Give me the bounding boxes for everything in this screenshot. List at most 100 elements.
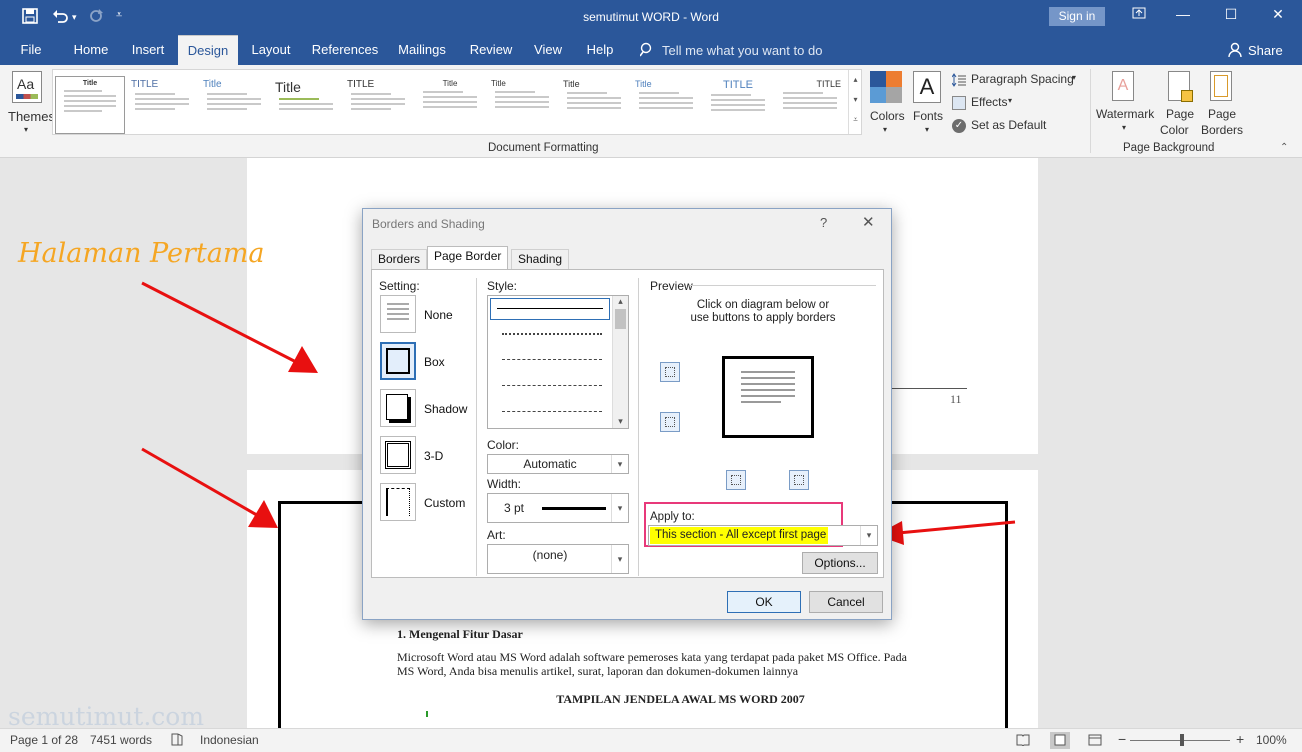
tab-layout[interactable]: Layout bbox=[244, 35, 298, 65]
style-list-scrollbar[interactable]: ▴ ▾ bbox=[612, 296, 628, 428]
style-option-solid[interactable] bbox=[490, 298, 610, 320]
style-option-dash-dot[interactable] bbox=[502, 411, 602, 412]
dialog-close-icon[interactable]: ✕ bbox=[862, 213, 875, 231]
setting-custom-label[interactable]: Custom bbox=[424, 496, 465, 510]
setting-shadow-label[interactable]: Shadow bbox=[424, 402, 467, 416]
web-layout-icon[interactable] bbox=[1088, 734, 1102, 749]
setting-box[interactable] bbox=[380, 342, 416, 380]
zoom-slider-thumb[interactable] bbox=[1180, 734, 1184, 746]
share-button[interactable]: Share bbox=[1248, 43, 1283, 58]
setting-3d[interactable] bbox=[380, 436, 416, 474]
language[interactable]: Indonesian bbox=[200, 733, 259, 747]
color-select-value: Automatic bbox=[523, 457, 577, 471]
colors-button[interactable]: Colors ▾ bbox=[868, 69, 906, 135]
chevron-down-icon: ▾ bbox=[1122, 123, 1127, 132]
setting-3d-label[interactable]: 3-D bbox=[424, 449, 443, 463]
tell-me-search[interactable]: Tell me what you want to do bbox=[662, 43, 822, 58]
read-mode-icon[interactable] bbox=[1016, 734, 1030, 749]
share-person-icon[interactable] bbox=[1228, 42, 1242, 61]
zoom-out-icon[interactable]: − bbox=[1118, 731, 1126, 747]
tab-insert[interactable]: Insert bbox=[124, 35, 172, 65]
tab-file[interactable]: File bbox=[10, 35, 52, 65]
style-set-item[interactable]: TITLE bbox=[343, 76, 413, 134]
collapse-ribbon-icon[interactable]: ⌃ bbox=[1280, 142, 1288, 153]
ok-button[interactable]: OK bbox=[727, 591, 801, 613]
style-set-item[interactable]: Title bbox=[631, 76, 701, 134]
zoom-in-icon[interactable]: + bbox=[1236, 731, 1244, 747]
tab-home[interactable]: Home bbox=[66, 35, 116, 65]
style-list[interactable]: ▴ ▾ bbox=[487, 295, 629, 429]
page-borders-button[interactable]: Page Borders bbox=[1200, 69, 1246, 139]
doc-subtitle: TAMPILAN JENDELA AWAL MS WORD 2007 bbox=[556, 692, 805, 706]
tab-borders[interactable]: Borders bbox=[371, 249, 428, 269]
minimize-icon[interactable]: — bbox=[1168, 6, 1198, 22]
ribbon-display-options-icon[interactable] bbox=[1124, 6, 1154, 23]
tab-design[interactable]: Design bbox=[178, 35, 238, 65]
effects-button[interactable]: Effects ▾ bbox=[952, 94, 1032, 112]
style-set-item[interactable]: Title bbox=[199, 76, 269, 134]
art-select[interactable]: (none) ▾ bbox=[487, 544, 629, 574]
style-set-item[interactable]: Title bbox=[487, 76, 557, 134]
fonts-button[interactable]: A Fonts ▾ bbox=[910, 69, 946, 135]
style-set-item[interactable]: Title bbox=[271, 76, 341, 134]
help-button[interactable]: ? bbox=[820, 215, 827, 230]
left-border-button[interactable] bbox=[726, 470, 746, 490]
setting-custom[interactable] bbox=[380, 483, 416, 521]
page-color-label-1: Page bbox=[1166, 107, 1195, 121]
tab-view[interactable]: View bbox=[526, 35, 570, 65]
tab-references[interactable]: References bbox=[306, 35, 384, 65]
maximize-icon[interactable]: ☐ bbox=[1216, 6, 1246, 23]
tab-help[interactable]: Help bbox=[580, 35, 620, 65]
art-select-value: (none) bbox=[532, 548, 568, 562]
set-as-default-button[interactable]: ✓ Set as Default bbox=[952, 117, 1052, 135]
zoom-level[interactable]: 100% bbox=[1256, 733, 1287, 747]
style-set-item[interactable]: Title bbox=[559, 76, 629, 134]
setting-none[interactable] bbox=[380, 295, 416, 333]
close-icon[interactable]: ✕ bbox=[1263, 6, 1293, 23]
page-color-button[interactable]: Page Color bbox=[1158, 69, 1202, 139]
sign-in-button[interactable]: Sign in bbox=[1049, 7, 1105, 26]
themes-icon: Aa bbox=[12, 71, 42, 103]
style-set-gallery[interactable]: Title TITLE Title Title TITLE Title Titl… bbox=[52, 69, 862, 135]
tab-page-border[interactable]: Page Border bbox=[427, 246, 509, 270]
right-border-button[interactable] bbox=[789, 470, 809, 490]
themes-button[interactable]: Aa Themes ▾ bbox=[6, 69, 55, 135]
watermark-label: Watermark bbox=[1096, 107, 1155, 121]
setting-none-label[interactable]: None bbox=[424, 308, 453, 322]
watermark-button[interactable]: A Watermark ▾ bbox=[1096, 69, 1156, 139]
bottom-border-button[interactable] bbox=[660, 412, 680, 432]
width-select[interactable]: 3 pt ▾ bbox=[487, 493, 629, 523]
apply-to-select[interactable]: This section - All except first page ▾ bbox=[648, 525, 878, 546]
themes-label: Themes bbox=[8, 109, 55, 124]
options-button[interactable]: Options... bbox=[802, 552, 878, 574]
proofing-icon[interactable] bbox=[170, 733, 184, 750]
gallery-scroll[interactable]: ▴ ▾ ⩡ bbox=[848, 70, 862, 134]
page-borders-label-1: Page bbox=[1208, 107, 1237, 121]
word-count[interactable]: 7451 words bbox=[90, 733, 152, 747]
colors-label: Colors bbox=[870, 109, 905, 123]
style-set-item[interactable]: TITLE bbox=[703, 76, 773, 134]
paragraph-spacing-button[interactable]: Paragraph Spacing ▾ bbox=[951, 71, 1087, 89]
cancel-button[interactable]: Cancel bbox=[809, 591, 883, 613]
style-set-item[interactable]: Title bbox=[55, 76, 125, 134]
setting-shadow[interactable] bbox=[380, 389, 416, 427]
page-count[interactable]: Page 1 of 28 bbox=[10, 733, 78, 747]
tab-review[interactable]: Review bbox=[464, 35, 518, 65]
style-option-dashed[interactable] bbox=[502, 385, 602, 386]
effects-icon bbox=[952, 96, 966, 110]
preview-diagram[interactable] bbox=[722, 356, 814, 438]
style-set-item[interactable]: Title bbox=[415, 76, 485, 134]
tab-mailings[interactable]: Mailings bbox=[392, 35, 452, 65]
setting-box-label[interactable]: Box bbox=[424, 355, 445, 369]
style-option-dashed-small[interactable] bbox=[502, 359, 602, 360]
tab-shading[interactable]: Shading bbox=[511, 249, 570, 269]
chevron-down-icon: ▾ bbox=[611, 494, 628, 522]
style-set-item[interactable]: TITLE bbox=[127, 76, 197, 134]
color-select[interactable]: Automatic ▾ bbox=[487, 454, 629, 474]
color-label: Color: bbox=[487, 438, 520, 452]
style-set-item[interactable]: TITLE bbox=[775, 76, 845, 134]
doc-paragraph-line-2: MS Word, Anda bisa menulis artikel, sura… bbox=[397, 664, 799, 678]
style-option-dotted[interactable] bbox=[502, 333, 602, 335]
top-border-button[interactable] bbox=[660, 362, 680, 382]
print-layout-icon[interactable] bbox=[1050, 732, 1070, 749]
